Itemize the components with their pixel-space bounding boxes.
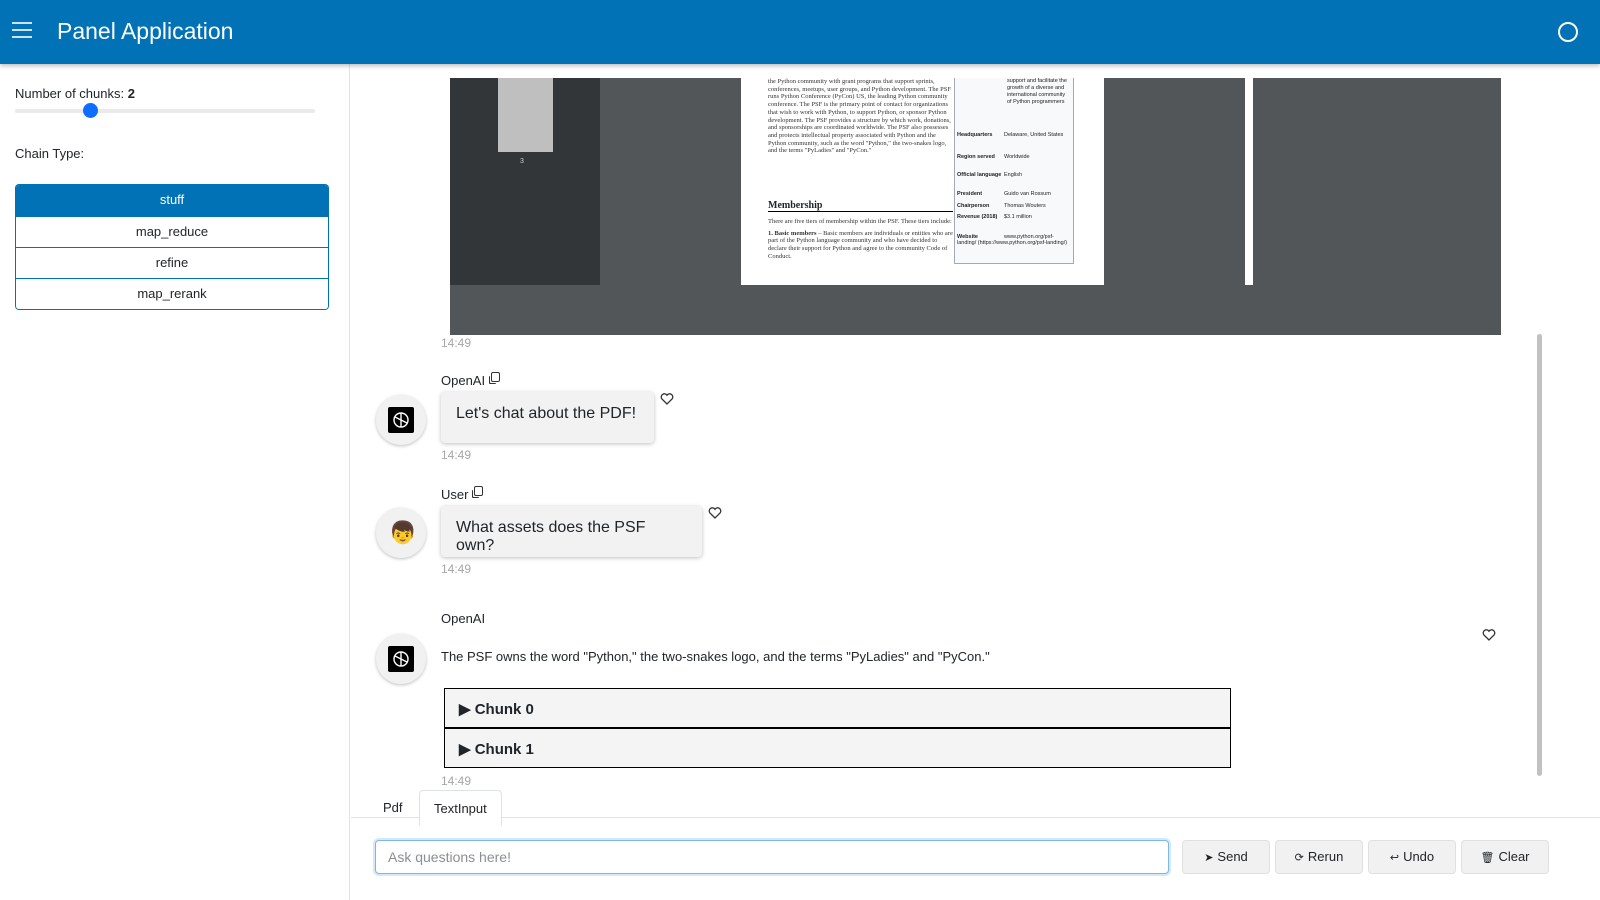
copy-icon[interactable] <box>474 486 484 496</box>
app-title: Panel Application <box>57 18 234 44</box>
avatar <box>376 634 426 684</box>
tab-textinput[interactable]: TextInput <box>419 790 502 826</box>
trash-icon: 🗑 <box>1480 852 1495 864</box>
hamburger-menu-icon[interactable] <box>12 22 32 40</box>
chain-option-refine[interactable]: refine <box>16 247 328 278</box>
question-input[interactable] <box>375 840 1169 874</box>
message-sender: OpenAI <box>441 372 501 388</box>
infobox-row: President Guido van Rossum <box>957 191 1051 197</box>
heart-icon[interactable] <box>708 506 722 520</box>
chat-scrollbar[interactable] <box>1537 334 1542 776</box>
message-sender: User <box>441 486 484 502</box>
pdf-page-text: the Python community with grant programs… <box>768 78 951 155</box>
send-icon: ➤ <box>1204 852 1214 864</box>
input-tabs: Pdf TextInput <box>351 782 1600 826</box>
busy-indicator-icon <box>1558 22 1578 42</box>
chain-option-stuff[interactable]: stuff <box>16 185 328 216</box>
clear-button[interactable]: 🗑 Clear <box>1461 840 1549 874</box>
send-button[interactable]: ➤ Send <box>1182 840 1270 874</box>
pdf-page: the Python community with grant programs… <box>741 78 1104 285</box>
copy-icon[interactable] <box>491 372 501 382</box>
chunk-0-details[interactable]: ▶ Chunk 0 <box>444 688 1231 728</box>
openai-logo-icon <box>388 407 414 433</box>
pdf-thumbnail-panel: 3 <box>450 78 600 285</box>
thumbnail-page-number: 3 <box>520 158 524 165</box>
chain-type-radio-group: stuff map_reduce refine map_rerank <box>15 184 329 310</box>
slider-fill <box>15 109 90 113</box>
message-bubble: What assets does the PSF own? <box>441 506 702 557</box>
avatar <box>376 395 426 445</box>
chain-option-map-reduce[interactable]: map_reduce <box>16 216 328 247</box>
pdf-page-thumbnail[interactable] <box>498 78 553 152</box>
sidebar: Number of chunks: 2 Chain Type: stuff ma… <box>0 64 350 900</box>
chain-option-map-rerank[interactable]: map_rerank <box>16 278 328 309</box>
rerun-icon: ⟳ <box>1294 852 1304 864</box>
heart-icon[interactable] <box>1482 628 1496 642</box>
openai-logo-icon <box>388 646 414 672</box>
message-sender: OpenAI <box>441 611 486 626</box>
answer-text: The PSF owns the word "Python," the two-… <box>441 649 990 664</box>
chunks-slider-label: Number of chunks: 2 <box>15 86 135 101</box>
pdf-section-text: There are five tiers of membership withi… <box>768 218 953 260</box>
infobox-row: Region served Worldwide <box>957 154 1030 160</box>
pdf-section-heading: Membership <box>768 200 953 212</box>
disclosure-triangle-icon: ▶ <box>459 701 471 718</box>
pdf-viewer[interactable]: 3 the Python community with grant progra… <box>450 78 1501 335</box>
chain-type-label: Chain Type: <box>15 146 85 161</box>
disclosure-triangle-icon: ▶ <box>459 741 471 758</box>
undo-button[interactable]: ↩ Undo <box>1368 840 1456 874</box>
infobox-row: Website www.python.org/psf-landing/ (http… <box>957 234 1068 246</box>
rerun-button[interactable]: ⟳ Rerun <box>1275 840 1363 874</box>
message-timestamp: 14:49 <box>441 562 472 576</box>
message-timestamp: 14:49 <box>441 448 472 462</box>
slider-handle[interactable] <box>83 103 98 118</box>
avatar: 👦 <box>376 508 426 558</box>
tab-pdf[interactable]: Pdf <box>369 790 417 826</box>
message-timestamp: 14:49 <box>441 336 472 350</box>
app-header: Panel Application <box>0 0 1600 64</box>
heart-icon[interactable] <box>660 392 674 406</box>
chunks-slider[interactable] <box>15 103 315 118</box>
user-avatar-emoji: 👦 <box>389 520 417 545</box>
chat-area: 3 the Python community with grant progra… <box>351 64 1600 900</box>
infobox-row: Revenue (2018) $3.1 million <box>957 214 1032 220</box>
pdf-infobox: support and facilitate the growth of a d… <box>954 78 1074 264</box>
undo-icon: ↩ <box>1389 852 1400 864</box>
chunk-1-details[interactable]: ▶ Chunk 1 <box>444 728 1231 768</box>
chunks-slider-value: 2 <box>127 86 135 101</box>
infobox-row: Official language English <box>957 172 1023 178</box>
infobox-row: Headquarters Delaware, United States <box>957 132 1064 138</box>
message-bubble: Let's chat about the PDF! <box>441 392 654 443</box>
pdf-scrollbar[interactable] <box>1245 78 1253 285</box>
infobox-row: Chairperson Thomas Wouters <box>957 203 1046 209</box>
